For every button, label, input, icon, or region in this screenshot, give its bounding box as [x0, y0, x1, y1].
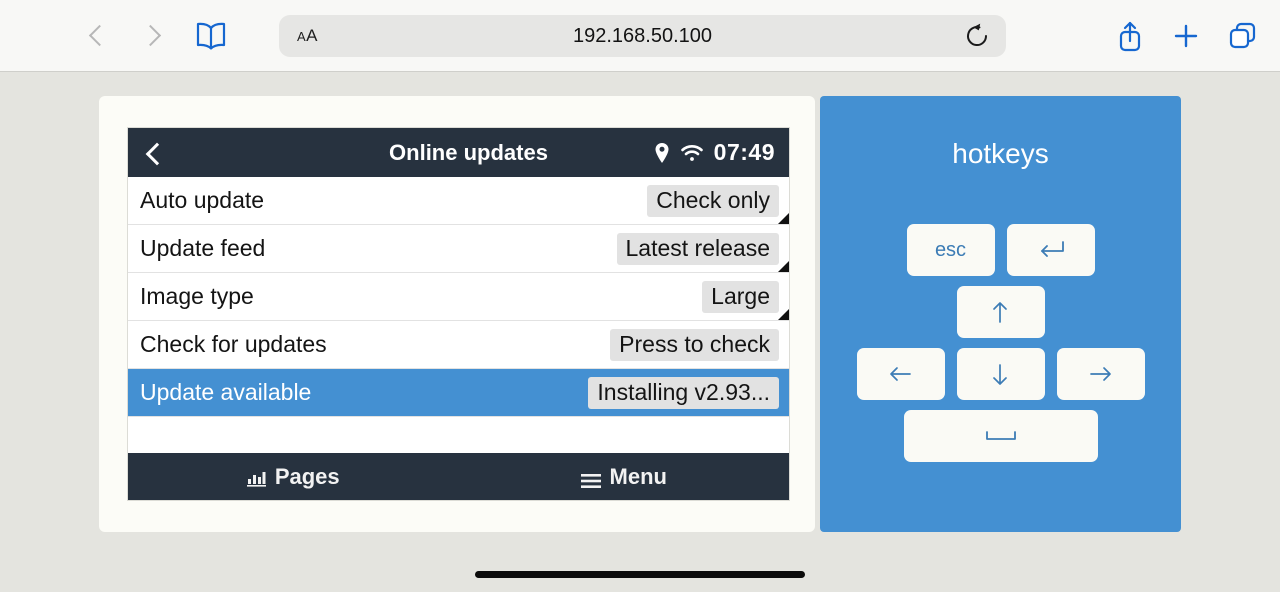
settings-row-label: Image type	[140, 283, 254, 309]
settings-row[interactable]: Image type Large	[128, 273, 789, 321]
location-pin-icon	[654, 142, 670, 164]
new-tab-icon[interactable]	[1172, 22, 1200, 50]
hotkeys-key-row	[956, 286, 1045, 338]
device-console-card: Online updates 07:49 Auto update Check o…	[99, 96, 815, 532]
arrow-right-key[interactable]	[1056, 348, 1145, 400]
settings-row[interactable]: Check for updates Press to check	[128, 321, 789, 369]
settings-row-value-wrap: Installing v2.93...	[588, 376, 779, 409]
settings-list: Auto update Check only Update feed Latest r…	[128, 177, 789, 453]
pages-button[interactable]: Pages	[128, 464, 459, 490]
settings-row-value-wrap: Large	[702, 280, 779, 313]
text-size-icon[interactable]: AA	[297, 26, 318, 46]
clock: 07:49	[713, 139, 775, 165]
device-back-icon[interactable]	[142, 142, 164, 164]
bar-chart-icon	[246, 467, 266, 487]
settings-row-label: Update feed	[140, 235, 266, 261]
pages-label: Pages	[274, 463, 340, 489]
address-bar[interactable]: AA 192.168.50.100	[279, 15, 1006, 57]
device-status-area: 07:49	[654, 139, 775, 166]
hotkeys-key-row	[903, 410, 1098, 462]
settings-row[interactable]: Auto update Check only	[128, 177, 789, 225]
back-icon[interactable]	[86, 23, 112, 49]
settings-row-label: Auto update	[140, 187, 265, 213]
settings-list-filler	[128, 417, 789, 453]
reload-icon[interactable]	[964, 23, 990, 49]
settings-row-value-wrap: Check only	[647, 184, 779, 217]
space-key[interactable]	[903, 410, 1098, 462]
esc-key[interactable]: esc	[906, 224, 995, 276]
home-indicator	[475, 571, 805, 578]
hamburger-menu-icon	[580, 469, 601, 488]
menu-button[interactable]: Menu	[459, 464, 790, 490]
tabs-icon[interactable]	[1228, 21, 1258, 51]
hotkeys-keypad: esc	[820, 224, 1181, 462]
page-content: Online updates 07:49 Auto update Check o…	[0, 72, 1280, 592]
settings-row[interactable]: Update feed Latest release	[128, 225, 789, 273]
hotkeys-key-row: esc	[906, 224, 1095, 276]
settings-row-value[interactable]: Press to check	[610, 328, 779, 361]
url-text: 192.168.50.100	[572, 24, 713, 47]
settings-row-value[interactable]: Installing v2.93...	[588, 376, 779, 409]
arrow-left-key[interactable]	[856, 348, 945, 400]
enter-key[interactable]	[1006, 224, 1095, 276]
settings-row-label: Check for updates	[140, 331, 327, 357]
browser-action-icons	[1116, 20, 1258, 52]
hotkeys-title: hotkeys	[952, 138, 1049, 169]
settings-row-value[interactable]: Large	[702, 280, 779, 313]
arrow-up-key[interactable]	[956, 286, 1045, 338]
settings-row-label: Update available	[140, 379, 312, 405]
browser-toolbar: AA 192.168.50.100	[0, 0, 1280, 72]
settings-row-value-wrap: Press to check	[610, 328, 779, 361]
settings-row[interactable]: Update available Installing v2.93...	[128, 369, 789, 417]
device-screen: Online updates 07:49 Auto update Check o…	[127, 127, 790, 501]
bookmarks-icon[interactable]	[194, 21, 228, 51]
hotkeys-panel: hotkeys esc	[820, 96, 1181, 532]
settings-row-value[interactable]: Latest release	[616, 232, 779, 265]
wifi-icon	[680, 143, 704, 163]
device-footer: Pages Menu	[128, 453, 789, 500]
device-header: Online updates 07:49	[128, 128, 789, 177]
settings-row-value[interactable]: Check only	[647, 184, 779, 217]
hotkeys-key-row	[856, 348, 1145, 400]
settings-row-value-wrap: Latest release	[616, 232, 779, 265]
arrow-down-key[interactable]	[956, 348, 1045, 400]
menu-label: Menu	[609, 463, 667, 489]
browser-nav-icons	[86, 21, 228, 51]
forward-icon[interactable]	[138, 23, 164, 49]
share-icon[interactable]	[1116, 20, 1144, 52]
